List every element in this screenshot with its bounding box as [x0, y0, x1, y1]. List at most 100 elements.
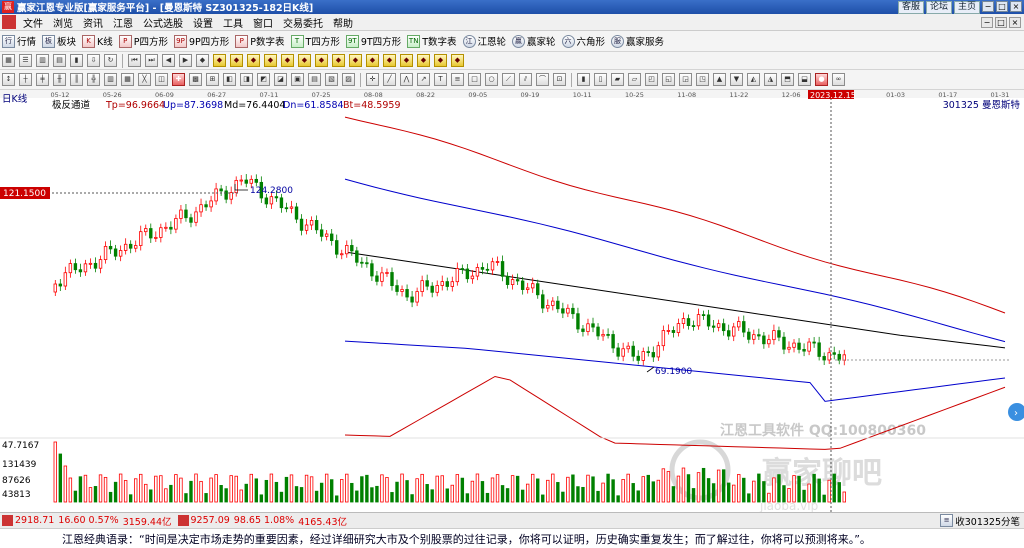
- shrink-icon[interactable]: ◆: [196, 54, 209, 67]
- drawing-tool-icon-9[interactable]: ╳: [138, 73, 151, 86]
- forum-link[interactable]: 论坛: [925, 0, 952, 14]
- drawing-tool-icon-18[interactable]: ▣: [291, 73, 304, 86]
- stat-icon-8[interactable]: ◳: [696, 73, 709, 86]
- stat-icon-5[interactable]: ◰: [645, 73, 658, 86]
- hexagon-button[interactable]: 六六角形: [560, 34, 610, 48]
- diamond-icon-5[interactable]: ◆: [281, 54, 294, 67]
- stat-icon-12[interactable]: ◮: [764, 73, 777, 86]
- menu-window[interactable]: 窗口: [248, 15, 278, 30]
- menu-news[interactable]: 资讯: [78, 15, 108, 30]
- arc-icon[interactable]: ⌒: [536, 73, 549, 86]
- diamond-icon-1[interactable]: ◆: [213, 54, 226, 67]
- drawing-tool-icon-5[interactable]: ║: [70, 73, 83, 86]
- gann-wheel-button[interactable]: 江江恩轮: [461, 34, 511, 48]
- diamond-icon-4[interactable]: ◆: [264, 54, 277, 67]
- link-icon[interactable]: ∞: [832, 73, 845, 86]
- stat-icon-9[interactable]: ▲: [713, 73, 726, 86]
- quotes-button[interactable]: 行行情: [0, 34, 40, 48]
- diamond-icon-12[interactable]: ◆: [400, 54, 413, 67]
- bars-icon[interactable]: ▮: [70, 54, 83, 67]
- box-icon[interactable]: □: [468, 73, 481, 86]
- diamond-icon-14[interactable]: ◆: [434, 54, 447, 67]
- drawing-tool-icon-14[interactable]: ◧: [223, 73, 236, 86]
- drawing-tool-icon-3[interactable]: ╪: [36, 73, 49, 86]
- maximize-button[interactable]: □: [996, 0, 1008, 12]
- diamond-icon-10[interactable]: ◆: [366, 54, 379, 67]
- forward-icon[interactable]: ▶: [179, 54, 192, 67]
- stat-icon-10[interactable]: ▼: [730, 73, 743, 86]
- drawing-tool-icon-20[interactable]: ▧: [325, 73, 338, 86]
- close-button[interactable]: ×: [1010, 0, 1022, 12]
- tick-detail-label[interactable]: 收301325分笔: [955, 514, 1020, 528]
- kline-button[interactable]: K K线: [80, 34, 117, 48]
- globe-icon[interactable]: ●: [815, 73, 828, 86]
- drawing-tool-icon-10[interactable]: ◫: [155, 73, 168, 86]
- zigzag-icon[interactable]: ⋀: [400, 73, 413, 86]
- 9t-square-button[interactable]: 9T 9T四方形: [344, 34, 405, 48]
- stat-icon-4[interactable]: ▱: [628, 73, 641, 86]
- first-icon[interactable]: ⏮: [128, 54, 141, 67]
- drawing-tool-icon-21[interactable]: ▨: [342, 73, 355, 86]
- chart-icon[interactable]: ▥: [36, 54, 49, 67]
- minimize-button[interactable]: −: [982, 0, 994, 12]
- p-number-table-button[interactable]: P P数字表: [233, 34, 288, 48]
- ray-icon[interactable]: ↗: [417, 73, 430, 86]
- tick-detail-icon[interactable]: ≡: [940, 514, 954, 527]
- fib-icon[interactable]: ≡: [451, 73, 464, 86]
- stat-icon-3[interactable]: ▰: [611, 73, 624, 86]
- drawing-tool-icon-11[interactable]: ✚: [172, 73, 185, 86]
- kline-chart-area[interactable]: 05-12 05-26 06-09 06-27 07-11 07-25 08-08 08-22…: [0, 90, 1024, 512]
- diamond-icon-8[interactable]: ◆: [332, 54, 345, 67]
- table-icon[interactable]: ▤: [53, 54, 66, 67]
- drawing-tool-icon-15[interactable]: ◨: [240, 73, 253, 86]
- diamond-icon-11[interactable]: ◆: [383, 54, 396, 67]
- cycle-icon[interactable]: ↻: [104, 54, 117, 67]
- p-square-button[interactable]: P P四方形: [117, 34, 172, 48]
- menu-trading[interactable]: 交易委托: [278, 15, 328, 30]
- diamond-icon-9[interactable]: ◆: [349, 54, 362, 67]
- customer-service-link[interactable]: 客服: [897, 0, 924, 14]
- drawing-tool-icon-13[interactable]: ⊞: [206, 73, 219, 86]
- menu-gann[interactable]: 江恩: [108, 15, 138, 30]
- t-number-table-button[interactable]: TN T数字表: [405, 34, 460, 48]
- kline-chart[interactable]: 05-12 05-26 06-09 06-27 07-11 07-25 08-08 08-22…: [0, 90, 1024, 512]
- child-restore-button[interactable]: □: [995, 16, 1007, 28]
- child-close-button[interactable]: ×: [1009, 16, 1021, 28]
- drawing-tool-icon-1[interactable]: ↕: [2, 73, 15, 86]
- sector-button[interactable]: 板板块: [40, 34, 80, 48]
- menu-settings[interactable]: 设置: [188, 15, 218, 30]
- homepage-link[interactable]: 主页: [953, 0, 980, 14]
- text-icon[interactable]: T: [434, 73, 447, 86]
- diamond-icon-2[interactable]: ◆: [230, 54, 243, 67]
- drawing-tool-icon-19[interactable]: ▤: [308, 73, 321, 86]
- circle-icon[interactable]: ○: [485, 73, 498, 86]
- arrow-down-icon[interactable]: ⇩: [87, 54, 100, 67]
- drawing-tool-icon-16[interactable]: ◩: [257, 73, 270, 86]
- channel-icon[interactable]: ⫽: [519, 73, 532, 86]
- drawing-tool-icon-17[interactable]: ◪: [274, 73, 287, 86]
- diamond-icon-6[interactable]: ◆: [298, 54, 311, 67]
- line-icon[interactable]: ╱: [383, 73, 396, 86]
- menu-formula-screening[interactable]: 公式选股: [138, 15, 188, 30]
- drawing-tool-icon-2[interactable]: ┼: [19, 73, 32, 86]
- menu-tools[interactable]: 工具: [218, 15, 248, 30]
- menu-file[interactable]: 文件: [18, 15, 48, 30]
- winner-service-button[interactable]: 服赢家服务: [609, 34, 668, 48]
- stat-icon-11[interactable]: ◭: [747, 73, 760, 86]
- diamond-icon-7[interactable]: ◆: [315, 54, 328, 67]
- drawing-tool-icon-4[interactable]: ╫: [53, 73, 66, 86]
- stat-icon-1[interactable]: ▮: [577, 73, 590, 86]
- fan-icon[interactable]: ⟋: [502, 73, 515, 86]
- drawing-tool-icon-7[interactable]: ▥: [104, 73, 117, 86]
- list-icon[interactable]: ☰: [19, 54, 32, 67]
- winner-wheel-button[interactable]: 赢赢家轮: [510, 34, 560, 48]
- diamond-icon-15[interactable]: ◆: [451, 54, 464, 67]
- child-minimize-button[interactable]: −: [981, 16, 993, 28]
- stat-icon-2[interactable]: ▯: [594, 73, 607, 86]
- menu-browse[interactable]: 浏览: [48, 15, 78, 30]
- menu-help[interactable]: 帮助: [328, 15, 358, 30]
- stat-icon-7[interactable]: ◲: [679, 73, 692, 86]
- drawing-tool-icon-8[interactable]: ▦: [121, 73, 134, 86]
- period-icon[interactable]: ⊡: [553, 73, 566, 86]
- cursor-icon[interactable]: ✛: [366, 73, 379, 86]
